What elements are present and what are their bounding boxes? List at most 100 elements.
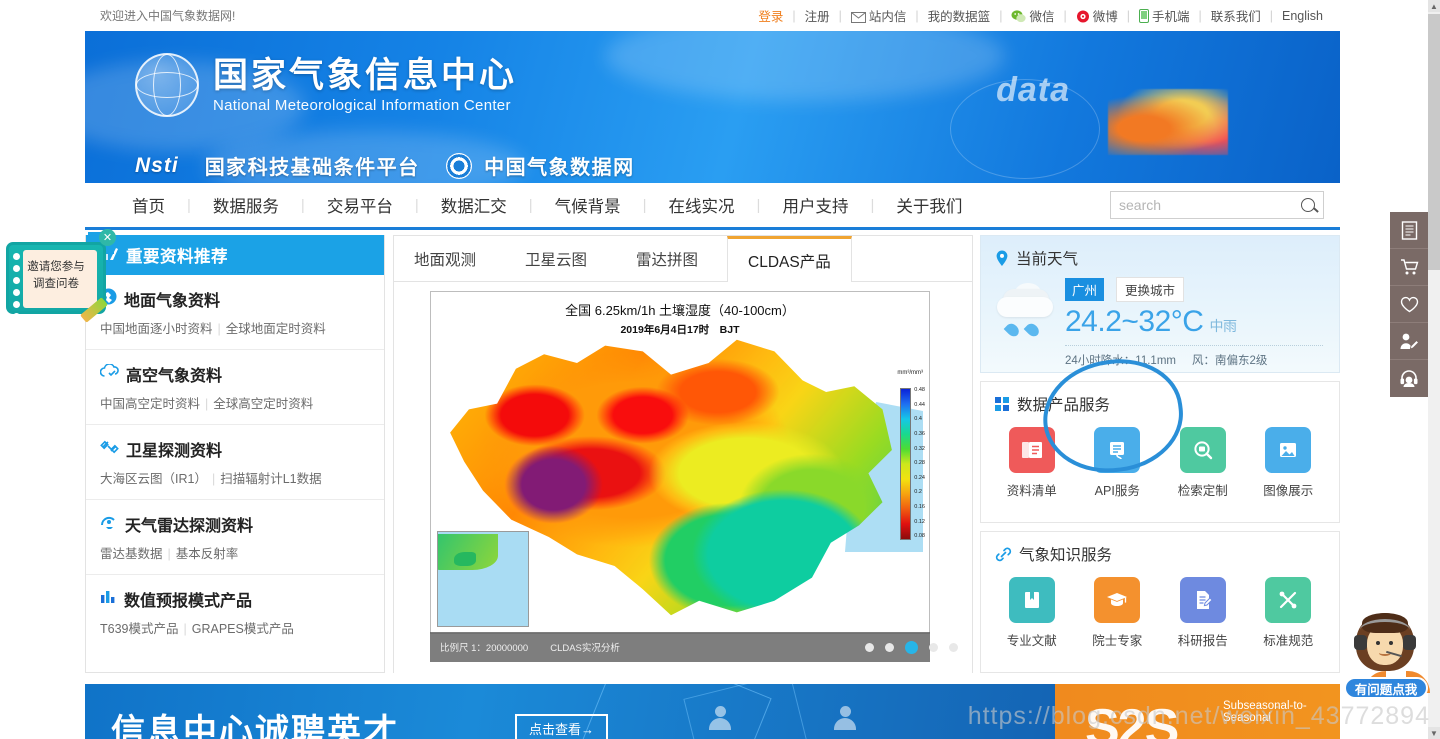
user-edit-icon[interactable] [1390,323,1428,360]
service-item-api[interactable]: API服务 [1081,427,1153,499]
legend-tick: 0.16 [914,504,925,511]
nav-item-about-us[interactable]: 关于我们 [874,193,984,217]
site-logo[interactable]: 国家气象信息中心 National Meteorological Informa… [135,53,517,117]
inbox-link[interactable]: 站内信 [842,6,916,26]
map-image[interactable]: 全国 6.25km/1h 土壤湿度（40-100cm） 2019年6月4日17时… [430,291,930,634]
resource-title: 卫星探测资料 [126,443,223,460]
recommended-resources-panel: 重要资料推荐 地面气象资料 中国地面逐小时资料 | 全球地面定时资料 高空气象资料 [85,235,385,673]
s2s-title: S2S [1085,699,1179,739]
tab-cldas-products[interactable]: CLDAS产品 [727,236,852,283]
nav-item-user-support[interactable]: 用户支持 [760,193,870,217]
radar-icon [100,513,118,535]
knowledge-title-row: 气象知识服务 [981,532,1339,565]
search-icon[interactable] [1301,198,1315,212]
tab-surface-observation[interactable]: 地面观测 [394,236,497,282]
carousel-dot-4[interactable] [929,643,938,652]
resource-item-surface[interactable]: 地面气象资料 中国地面逐小时资料 | 全球地面定时资料 [86,275,384,350]
support-chat-widget[interactable]: 有问题点我 [1344,607,1430,707]
raindrop [1023,321,1042,339]
scroll-down-button[interactable]: ▼ [1428,727,1440,739]
resource-sub-a[interactable]: T639模式产品 [100,622,179,636]
phoenix-decor [1108,89,1228,155]
nav-item-live-observation[interactable]: 在线实况 [647,193,757,217]
register-link[interactable]: 注册 [796,6,839,25]
chat-label-button[interactable]: 有问题点我 [1344,677,1428,699]
carousel-dot-2[interactable] [885,643,894,652]
carousel-dot-1[interactable] [865,643,874,652]
resource-sub-a[interactable]: 大海区云图（IR1） [100,472,207,486]
recruitment-banner[interactable]: 信息中心诚聘英才 点击查看→ [85,684,1055,739]
legend-tick: 0.28 [914,460,925,467]
nav-item-data-service[interactable]: 数据服务 [191,193,301,217]
resource-sub-b[interactable]: 扫描辐射计L1数据 [220,472,321,486]
resource-sub-b[interactable]: 全球高空定时资料 [213,397,313,411]
resource-item-satellite[interactable]: 卫星探测资料 大海区云图（IR1） | 扫描辐射计L1数据 [86,425,384,500]
tab-radar-mosaic[interactable]: 雷达拼图 [616,236,719,282]
weibo-link[interactable]: 微博 [1067,6,1127,26]
raindrop [1003,321,1022,339]
knowledge-item-literature[interactable]: 专业文献 [996,577,1068,649]
knowledge-item-academicians[interactable]: 院士专家 [1081,577,1153,649]
knowledge-label: 科研报告 [1177,634,1228,648]
headset-icon[interactable] [1390,360,1428,397]
english-link[interactable]: English [1273,9,1332,23]
wechat-link[interactable]: 微信 [1002,6,1063,26]
nav-item-data-submission[interactable]: 数据汇交 [419,193,529,217]
cart-icon[interactable] [1390,249,1428,286]
service-item-resource-list[interactable]: 资料清单 [996,427,1068,499]
scroll-up-button[interactable]: ▲ [1428,0,1440,12]
weather-card-title-row: 当前天气 [981,236,1339,269]
carousel-dot-3[interactable] [905,641,918,654]
temperature-range: 24.2~32°C 中雨 [1065,305,1339,339]
search-box[interactable] [1110,191,1324,219]
resource-subtitle: T639模式产品 | GRAPES模式产品 [100,618,384,637]
resource-sub-b[interactable]: GRAPES模式产品 [192,622,294,636]
divider: | [167,547,171,561]
resource-subtitle: 中国地面逐小时资料 | 全球地面定时资料 [100,318,384,337]
legend-tick: 0.32 [914,445,925,452]
contact-link[interactable]: 联系我们 [1202,6,1270,25]
resource-sub-b[interactable]: 基本反射率 [176,547,239,561]
change-city-button[interactable]: 更换城市 [1116,277,1185,302]
s2s-banner[interactable]: S2S Subseasonal-to-Seasonal [1055,684,1340,739]
service-item-image-display[interactable]: 图像展示 [1252,427,1324,499]
header-title-cn: 国家气象信息中心 [213,55,518,95]
scroll-thumb[interactable] [1428,14,1440,270]
resource-sub-a[interactable]: 中国高空定时资料 [100,397,200,411]
mobile-link[interactable]: 手机端 [1130,6,1199,26]
mobile-label: 手机端 [1151,9,1190,24]
site-name-group: 中国气象数据网 [445,151,635,180]
tab-satellite-cloud-map[interactable]: 卫星云图 [505,236,608,282]
site-name-label: 中国气象数据网 [484,157,635,179]
resource-title-row: 地面气象资料 [100,287,384,311]
resource-sub-b[interactable]: 全球地面定时资料 [226,322,326,336]
nav-item-climate-background[interactable]: 气候背景 [533,193,643,217]
knowledge-item-standards[interactable]: 标准规范 [1252,577,1324,649]
resource-item-radar[interactable]: 天气雷达探测资料 雷达基数据 | 基本反射率 [86,500,384,575]
search-input[interactable] [1119,197,1301,213]
my-basket-link[interactable]: 我的数据篮 [919,6,1000,25]
knowledge-item-research-report[interactable]: 科研报告 [1167,577,1239,649]
resource-sub-a[interactable]: 雷达基数据 [100,547,163,561]
nav-item-trading-platform[interactable]: 交易平台 [305,193,415,217]
service-item-search-custom[interactable]: 检索定制 [1167,427,1239,499]
document-icon[interactable] [1390,212,1428,249]
nav-item-home[interactable]: 首页 [110,193,187,217]
bottom-banner-row: 信息中心诚聘英才 点击查看→ S2S Subseasonal-to-Season… [85,684,1340,739]
survey-invitation-popup[interactable]: 邀请您参与 调查问卷 [6,242,108,323]
resource-title-row: 数值预报模式产品 [100,587,384,611]
nav-item-list: 首页 | 数据服务 | 交易平台 | 数据汇交 | 气候背景 | 在线实况 | … [110,193,984,217]
heart-icon[interactable] [1390,286,1428,323]
data-service-title: 数据产品服务 [1017,397,1111,414]
recruitment-cta-button[interactable]: 点击查看→ [515,714,609,739]
data-product-service-card: 数据产品服务 资料清单 API服务 检索定制 图像展示 [980,351,1340,523]
login-link[interactable]: 登录 [749,6,792,25]
search-db-icon [1179,427,1226,473]
close-icon[interactable]: ✕ [99,229,116,246]
resource-sub-a[interactable]: 中国地面逐小时资料 [100,322,213,336]
resource-item-nwp[interactable]: 数值预报模式产品 T639模式产品 | GRAPES模式产品 [86,575,384,649]
wind-info: 风：南偏东2级 [1191,355,1268,367]
page-scrollbar[interactable]: ▲ ▼ [1428,0,1440,739]
carousel-dot-5[interactable] [949,643,958,652]
resource-item-upper-air[interactable]: 高空气象资料 中国高空定时资料 | 全球高空定时资料 [86,350,384,425]
